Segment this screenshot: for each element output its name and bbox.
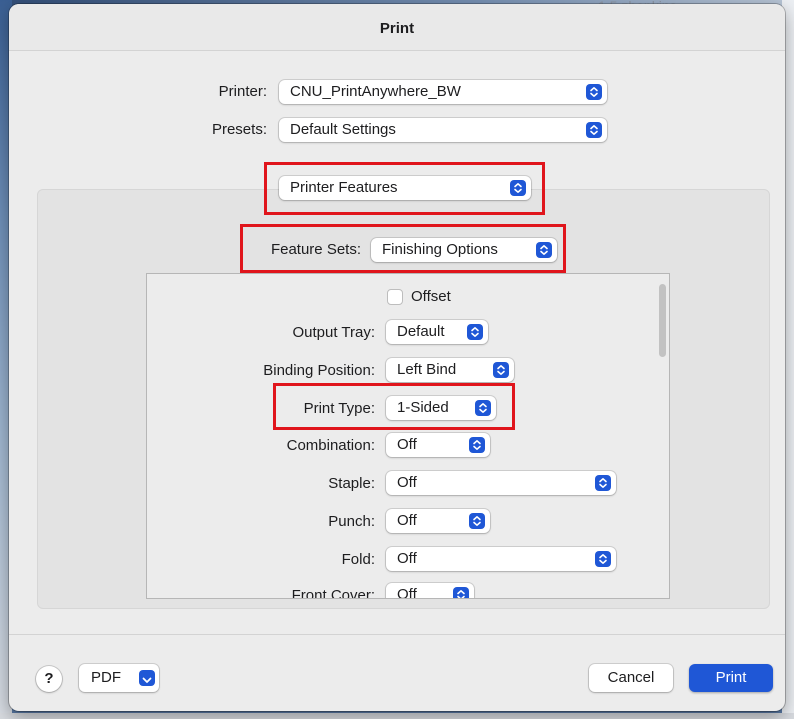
desktop-background-bottom (0, 713, 794, 719)
fold-popup[interactable]: Off (386, 547, 616, 571)
presets-label: Presets: (211, 121, 267, 138)
punch-label: Punch: (328, 513, 375, 530)
punch-value: Off (397, 512, 417, 529)
offset-label: Offset (411, 288, 451, 305)
chevron-updown-icon (469, 437, 485, 453)
output-tray-popup[interactable]: Default (386, 320, 488, 344)
chevron-updown-icon (595, 475, 611, 491)
combination-label: Combination: (286, 437, 375, 454)
chevron-updown-icon (493, 362, 509, 378)
staple-popup[interactable]: Off (386, 471, 616, 495)
binding-position-label: Binding Position: (263, 362, 375, 379)
highlight-panel (264, 162, 545, 215)
combination-value: Off (397, 436, 417, 453)
combination-popup[interactable]: Off (386, 433, 490, 457)
staple-value: Off (397, 474, 417, 491)
print-dialog: Print Printer: CNU_PrintAnywhere_BW Pres… (9, 4, 785, 711)
pdf-menu-button[interactable]: PDF (79, 664, 159, 692)
front-cover-popup[interactable]: Off (386, 583, 474, 599)
output-tray-value: Default (397, 323, 445, 340)
punch-popup[interactable]: Off (386, 509, 490, 533)
binding-position-value: Left Bind (397, 361, 457, 378)
finishing-options-pane[interactable]: Offset Output Tray: Default Binding Posi… (146, 273, 670, 599)
offset-checkbox[interactable] (387, 289, 403, 305)
print-button[interactable]: Print (689, 664, 773, 692)
output-tray-label: Output Tray: (292, 324, 375, 341)
printer-popup[interactable]: CNU_PrintAnywhere_BW (279, 80, 607, 104)
presets-value: Default Settings (290, 121, 396, 138)
chevron-updown-icon (453, 587, 469, 598)
printer-label: Printer: (218, 83, 267, 100)
highlight-feature-sets (240, 224, 566, 273)
chevron-updown-icon (586, 122, 602, 138)
footer-divider (9, 634, 785, 635)
printer-value: CNU_PrintAnywhere_BW (290, 83, 461, 100)
chevron-updown-icon (595, 551, 611, 567)
help-icon: ? (44, 670, 54, 687)
scrollbar-thumb[interactable] (659, 284, 666, 357)
help-button[interactable]: ? (36, 666, 62, 692)
highlight-print-type (273, 383, 515, 430)
chevron-down-icon (139, 670, 155, 686)
binding-position-popup[interactable]: Left Bind (386, 358, 514, 382)
staple-label: Staple: (328, 475, 375, 492)
cancel-button[interactable]: Cancel (589, 664, 673, 692)
presets-popup[interactable]: Default Settings (279, 118, 607, 142)
dialog-title: Print (9, 4, 785, 51)
chevron-updown-icon (586, 84, 602, 100)
front-cover-value: Off (397, 586, 417, 599)
fold-label: Fold: (341, 551, 375, 568)
front-cover-label: Front Cover: (291, 587, 375, 599)
pdf-label: PDF (91, 669, 121, 686)
chevron-updown-icon (469, 513, 485, 529)
chevron-updown-icon (467, 324, 483, 340)
fold-value: Off (397, 550, 417, 567)
